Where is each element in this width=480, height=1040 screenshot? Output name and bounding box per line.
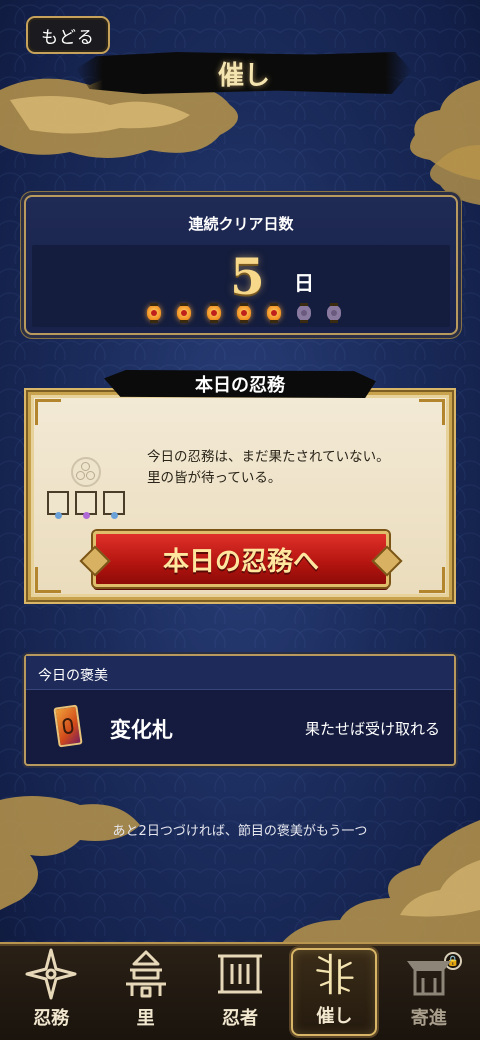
lantern-icon [176,301,192,325]
mission-section-title: 本日の忍務 [195,375,285,396]
lantern-icon [266,301,282,325]
reward-header: 今日の褒美 [26,656,454,690]
mission-description-line: 今日の忍務は、まだ果たされていない。 [147,449,390,465]
go-to-daily-mission-button[interactable]: 本日の忍務へ [93,531,389,587]
shrine-icon [406,961,451,996]
frame-corner [35,399,61,425]
gem-icon [55,512,62,519]
nav-label: 寄進 [410,1008,447,1029]
card-slot-icon [103,491,125,519]
gold-cloud-bottom-left [0,796,140,910]
nav-label: 里 [136,1008,155,1029]
streak-panel: 連続クリア日数 5 日 [24,195,458,335]
gold-cloud-top-right [410,80,480,180]
streak-label: 連続クリア日数 [188,215,294,233]
lantern-icon [206,301,222,325]
reward-header-label: 今日の褒美 [38,668,108,684]
nav-item-events[interactable]: 催し [291,948,378,1036]
lantern-icon [296,301,312,325]
lantern-row [146,301,342,325]
bottom-nav: 忍務 里 忍者 催し 🔒 寄進 [0,942,480,1040]
nav-label: 催し [316,1006,353,1027]
streak-unit: 日 [294,271,314,295]
nav-item-ninja[interactable]: 忍者 [197,948,283,1036]
lantern-icon [236,301,252,325]
frame-corner [419,567,445,593]
milestone-hint: あと2日つづければ、節目の褒美がもう一つ [112,824,368,839]
bamboo-icon [316,953,354,995]
card-slot-icon [75,491,97,519]
tomoe-emblem-icon [71,457,101,487]
card-slots [47,491,125,519]
frame-corner [419,399,445,425]
lantern-icon [146,301,162,325]
streak-count: 5 [230,247,265,306]
mission-section-header: 本日の忍務 [104,370,376,398]
daily-reward-panel: 今日の褒美 変化札 果たせば受け取れる [24,654,456,766]
nav-label: 忍務 [33,1008,70,1029]
daily-mission-card: 今日の忍務は、まだ果たされていない。 里の皆が待っている。 本日の忍務へ [28,392,452,600]
shuriken-icon [25,948,77,1000]
nav-item-missions[interactable]: 忍務 [8,948,94,1036]
frame-corner [35,567,61,593]
scroll-icon [217,954,262,994]
nav-item-donation[interactable]: 🔒 寄進 [386,948,472,1036]
page-title-banner: 催し [76,52,412,94]
back-button[interactable]: もどる [26,16,110,54]
nav-label: 忍者 [221,1008,258,1029]
nav-item-village[interactable]: 里 [103,948,189,1036]
mission-description: 今日の忍務は、まだ果たされていない。 里の皆が待っている。 [147,447,447,489]
pagoda-icon [125,950,166,998]
lantern-icon [326,301,342,325]
page-title: 催し [217,60,270,91]
transformation-card-icon [53,704,83,748]
card-slot-icon [47,491,69,519]
gem-icon [111,512,118,519]
mission-description-line: 里の皆が待っている。 [147,470,282,486]
reward-item-name: 変化札 [110,718,173,742]
gem-icon [83,512,90,519]
reward-condition: 果たせば受け取れる [304,720,440,738]
